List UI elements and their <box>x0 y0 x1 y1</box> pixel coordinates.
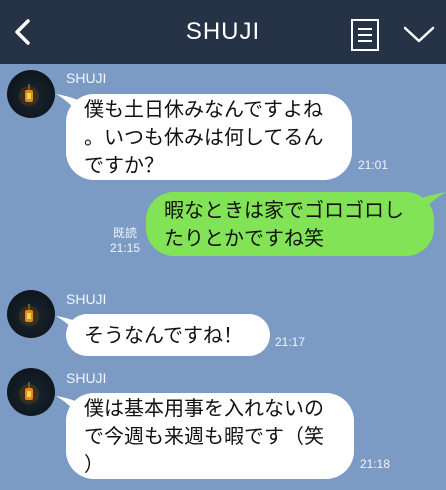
message-bubble[interactable]: 僕は基本用事を入れないの で今週も来週も暇です（笑 ） <box>66 393 354 479</box>
message-line: ） <box>84 452 104 476</box>
avatar[interactable] <box>7 368 55 416</box>
message-line: そうなんですね！ <box>84 323 243 347</box>
message-line: 暇なときは家でゴロゴロし <box>164 198 404 222</box>
timestamp: 21:15 <box>110 241 141 255</box>
message-line: たりとかですね笑 <box>164 226 324 250</box>
sender-name: SHUJI <box>66 370 107 386</box>
lantern-icon <box>19 84 39 106</box>
sender-name: SHUJI <box>66 70 107 86</box>
message-line: ですか？ <box>84 153 164 177</box>
message-line: で今週も来週も暇です（笑 <box>84 424 324 448</box>
note-icon[interactable] <box>350 18 380 52</box>
message-bubble[interactable]: 暇なときは家でゴロゴロし たりとかですね笑 <box>146 192 434 256</box>
sender-name: SHUJI <box>66 291 107 307</box>
chat-header: SHUJI <box>0 0 446 64</box>
avatar[interactable] <box>7 290 55 338</box>
timestamp: 21:17 <box>275 335 306 349</box>
timestamp: 21:01 <box>358 158 389 172</box>
message-bubble[interactable]: そうなんですね！ <box>66 314 270 356</box>
bubble-tail <box>422 192 446 212</box>
lantern-icon <box>19 382 39 404</box>
lantern-icon <box>19 304 39 326</box>
message-line: 僕も土日休みなんですよね <box>84 97 323 121</box>
read-receipt: 既読 <box>113 226 138 240</box>
timestamp: 21:18 <box>360 457 391 471</box>
message-bubble[interactable]: 僕も土日休みなんですよね 。いつも休みは何してるん ですか？ <box>66 94 352 180</box>
message-line: 僕は基本用事を入れないの <box>84 396 324 420</box>
message-line: 。いつも休みは何してるん <box>84 125 324 149</box>
avatar[interactable] <box>7 70 55 118</box>
chevron-down-icon[interactable] <box>402 24 436 46</box>
